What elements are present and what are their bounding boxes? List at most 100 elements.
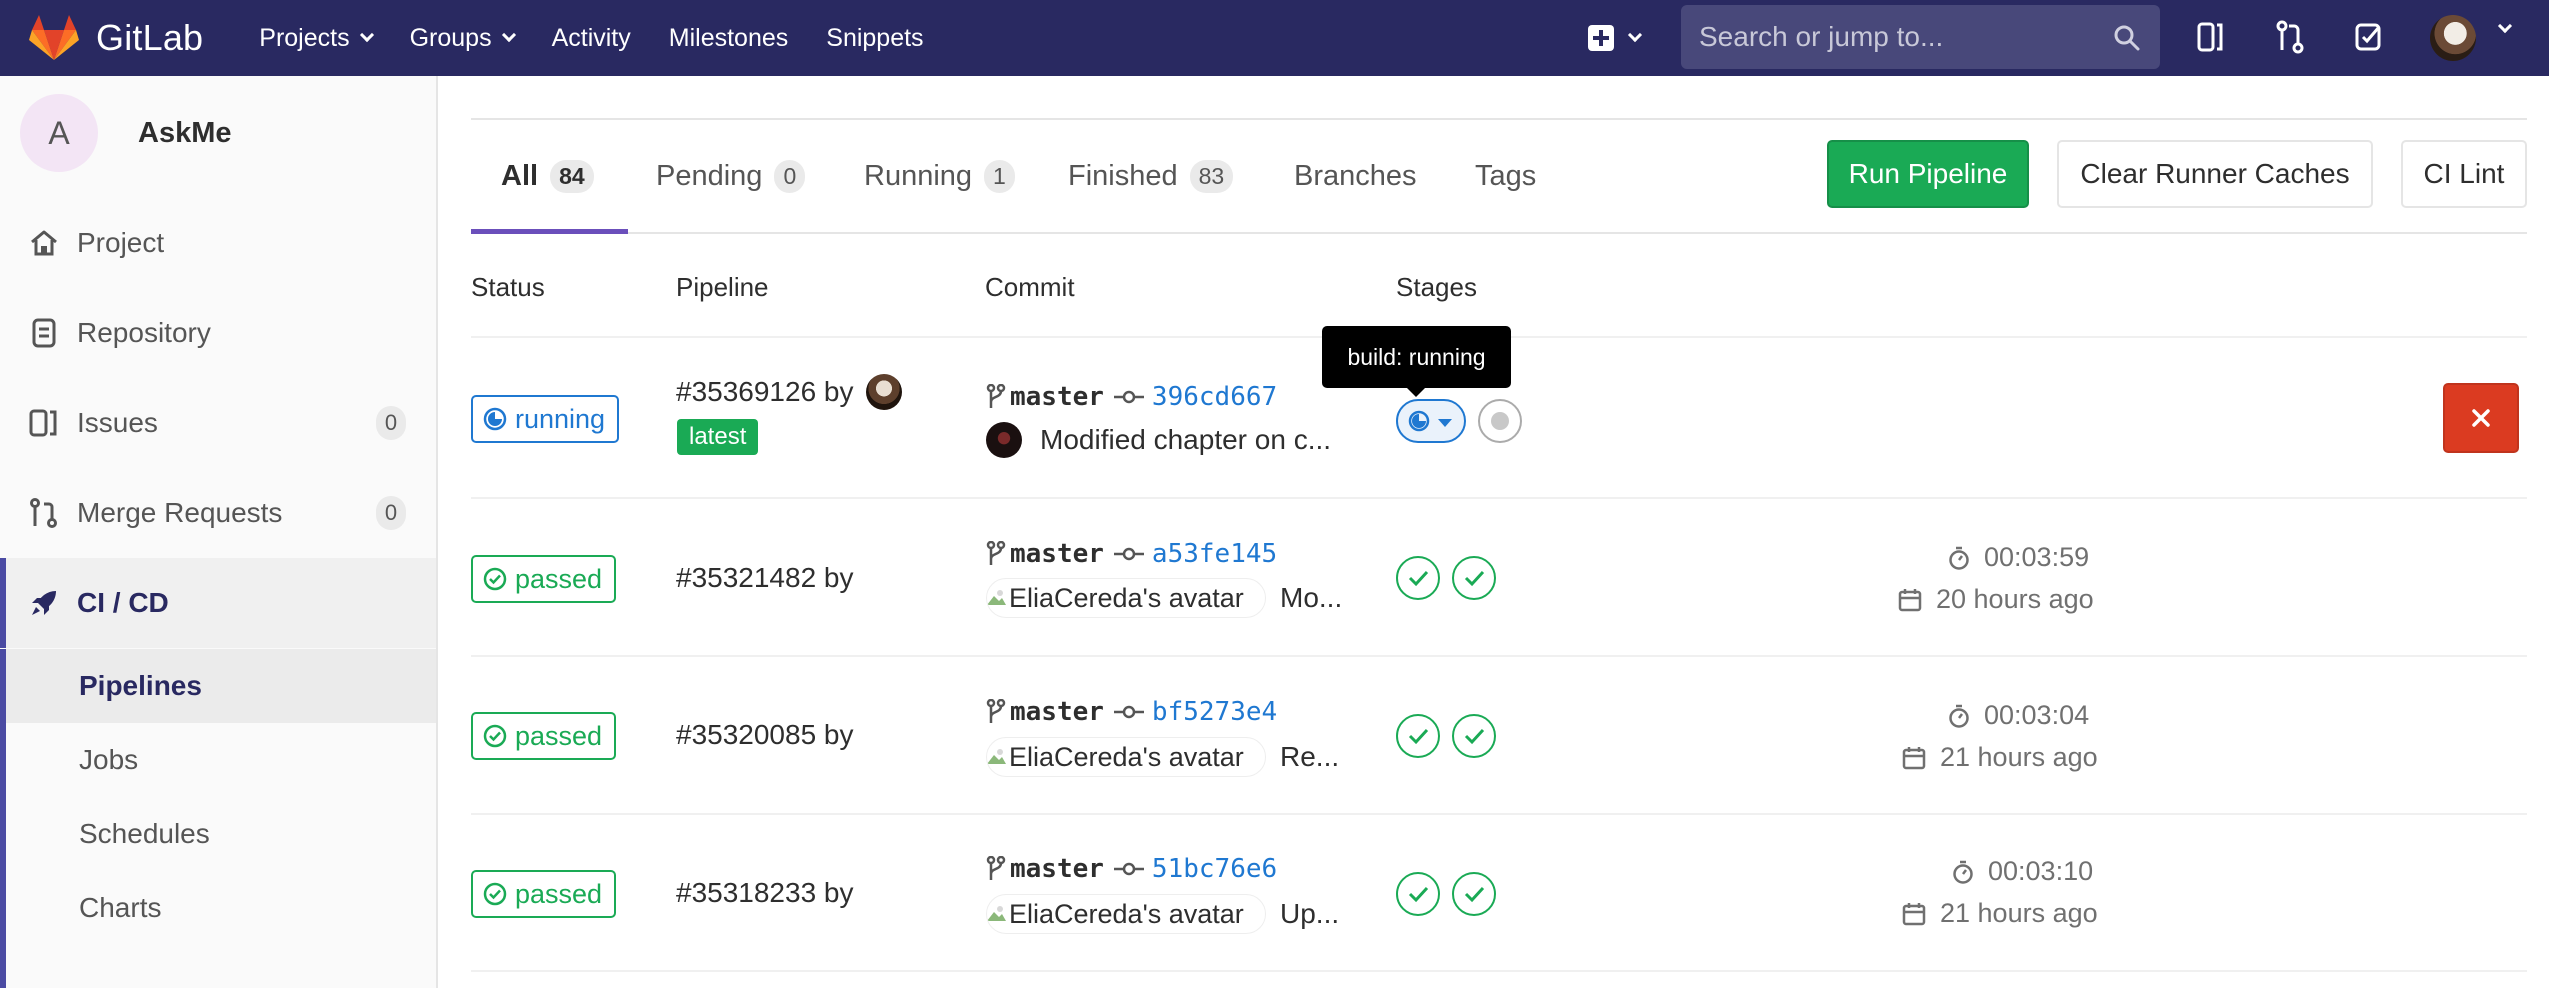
stage-passed[interactable] [1396, 556, 1440, 600]
sidebar-item-ci-cd[interactable]: CI / CD [0, 558, 436, 648]
duration-value: 00:03:04 [1984, 700, 2090, 730]
sidebar-item-merge-requests[interactable]: Merge Requests 0 [0, 468, 436, 558]
tab-pending[interactable]: Pending 0 [656, 160, 806, 193]
sidebar-item-repository[interactable]: Repository [0, 288, 436, 378]
commit-title[interactable]: EliaCereda's avatar Mo... [986, 578, 1342, 618]
branch-icon [986, 856, 1006, 880]
commit-sha-link[interactable]: a53fe145 [1152, 539, 1277, 569]
latest-badge: latest [677, 419, 759, 455]
stage-passed[interactable] [1452, 714, 1496, 758]
document-icon [32, 318, 56, 348]
commit-author-avatar[interactable]: EliaCereda's avatar [986, 578, 1266, 618]
branch-name-link[interactable]: master [1010, 697, 1104, 727]
status-running-icon [483, 407, 507, 431]
gitlab-home-link[interactable]: GitLab [28, 0, 203, 76]
user-avatar[interactable] [865, 374, 902, 410]
stage-passed[interactable] [1396, 714, 1440, 758]
sidebar-item-label: CI / CD [77, 587, 169, 618]
check-icon [1408, 886, 1429, 903]
status-label: passed [515, 563, 603, 594]
avatar-alt-text: EliaCereda's avatar [1009, 582, 1244, 613]
new-item-dropdown[interactable] [1588, 0, 1643, 76]
commit-author-avatar[interactable]: EliaCereda's avatar [986, 737, 1266, 777]
stage-passed[interactable] [1396, 872, 1440, 916]
project-header[interactable]: A AskMe [20, 94, 232, 172]
pipeline-id-link[interactable]: #35321482 by [676, 562, 854, 594]
search-box[interactable] [1681, 5, 2160, 69]
stage-build-dropdown[interactable] [1396, 399, 1466, 443]
search-input[interactable] [1699, 21, 2099, 53]
sidebar-item-label: Issues [77, 407, 158, 438]
commit-ref: master a53fe145 [986, 539, 1277, 569]
commit-icon [1113, 862, 1144, 876]
todo-icon[interactable] [2354, 20, 2384, 54]
nav-milestones[interactable]: Milestones [669, 24, 789, 53]
commit-author-avatar[interactable]: EliaCereda's avatar [986, 894, 1266, 934]
status-badge[interactable]: running [471, 395, 620, 443]
sidebar-item-project[interactable]: Project [0, 198, 436, 288]
chevron-down-icon[interactable] [2497, 18, 2513, 34]
status-label: passed [515, 878, 603, 909]
issues-icon[interactable] [2196, 20, 2226, 54]
sidebar-subitem-jobs[interactable]: Jobs [0, 723, 436, 797]
nav-activity[interactable]: Activity [552, 24, 631, 53]
branch-name-link[interactable]: master [1010, 382, 1104, 412]
commit-author-avatar[interactable] [986, 422, 1022, 458]
pipeline-duration: 00:03:10 [1952, 856, 2093, 887]
commit-sha-link[interactable]: bf5273e4 [1152, 697, 1277, 727]
rocket-icon [32, 591, 56, 615]
tab-tags[interactable]: Tags [1475, 160, 1536, 193]
commit-title[interactable]: EliaCereda's avatar Re... [986, 737, 1339, 777]
timer-icon [1953, 860, 1973, 884]
plus-icon [1588, 25, 1614, 51]
branch-icon [986, 699, 1006, 723]
clear-runner-caches-button[interactable]: Clear Runner Caches [2057, 140, 2373, 208]
sidebar-subitem-pipelines[interactable]: Pipelines [0, 649, 436, 723]
calendar-icon [1902, 746, 1926, 769]
pipeline-id-link[interactable]: #35369126 by [676, 374, 902, 410]
status-badge[interactable]: passed [471, 555, 617, 603]
stage-created[interactable] [1478, 399, 1522, 443]
sidebar-item-label: Project [77, 227, 165, 258]
sidebar-subitem-label: Jobs [79, 744, 139, 775]
tab-label: Running [864, 160, 973, 192]
status-badge[interactable]: passed [471, 870, 617, 918]
nav-snippets[interactable]: Snippets [826, 24, 923, 53]
pipeline-id-link[interactable]: #35318233 by [676, 877, 854, 909]
status-created-icon [1491, 412, 1509, 430]
tab-label: All [501, 160, 539, 192]
status-badge[interactable]: passed [471, 712, 617, 760]
check-icon [1408, 728, 1429, 745]
tab-running[interactable]: Running 1 [864, 160, 1015, 193]
status-passed-icon [483, 882, 507, 906]
commit-sha-link[interactable]: 51bc76e6 [1152, 854, 1277, 884]
commit-title[interactable]: Modified chapter on c... [986, 422, 1331, 458]
run-pipeline-button[interactable]: Run Pipeline [1827, 140, 2029, 208]
row-divider [471, 970, 2527, 972]
sidebar-item-issues[interactable]: Issues 0 [0, 378, 436, 468]
nav-projects[interactable]: Projects [259, 24, 374, 53]
sidebar-subitem-label: Charts [79, 892, 162, 923]
stage-passed[interactable] [1452, 556, 1496, 600]
sidebar-subitem-schedules[interactable]: Schedules [0, 797, 436, 871]
tab-branches[interactable]: Branches [1294, 160, 1417, 193]
cancel-pipeline-button[interactable] [2443, 383, 2519, 453]
commit-message: Up... [1280, 898, 1340, 929]
branch-name-link[interactable]: master [1010, 539, 1104, 569]
tab-finished[interactable]: Finished 83 [1068, 160, 1234, 193]
sidebar-subitem-charts[interactable]: Charts [0, 871, 436, 945]
gitlab-logo-icon [29, 15, 79, 60]
stage-passed[interactable] [1452, 872, 1496, 916]
merge-request-icon[interactable] [2275, 20, 2305, 54]
sidebar-item-label: Repository [77, 317, 211, 348]
commit-title[interactable]: EliaCereda's avatar Up... [986, 894, 1339, 934]
user-avatar[interactable] [2430, 15, 2476, 61]
tab-all[interactable]: All 84 [501, 160, 594, 193]
finished-value: 20 hours ago [1936, 584, 2094, 614]
commit-sha-link[interactable]: 396cd667 [1152, 382, 1277, 412]
column-header-commit: Commit [985, 272, 1075, 302]
branch-name-link[interactable]: master [1010, 854, 1104, 884]
pipeline-id-link[interactable]: #35320085 by [676, 719, 854, 751]
nav-groups[interactable]: Groups [410, 24, 516, 53]
ci-lint-button[interactable]: CI Lint [2401, 140, 2527, 208]
